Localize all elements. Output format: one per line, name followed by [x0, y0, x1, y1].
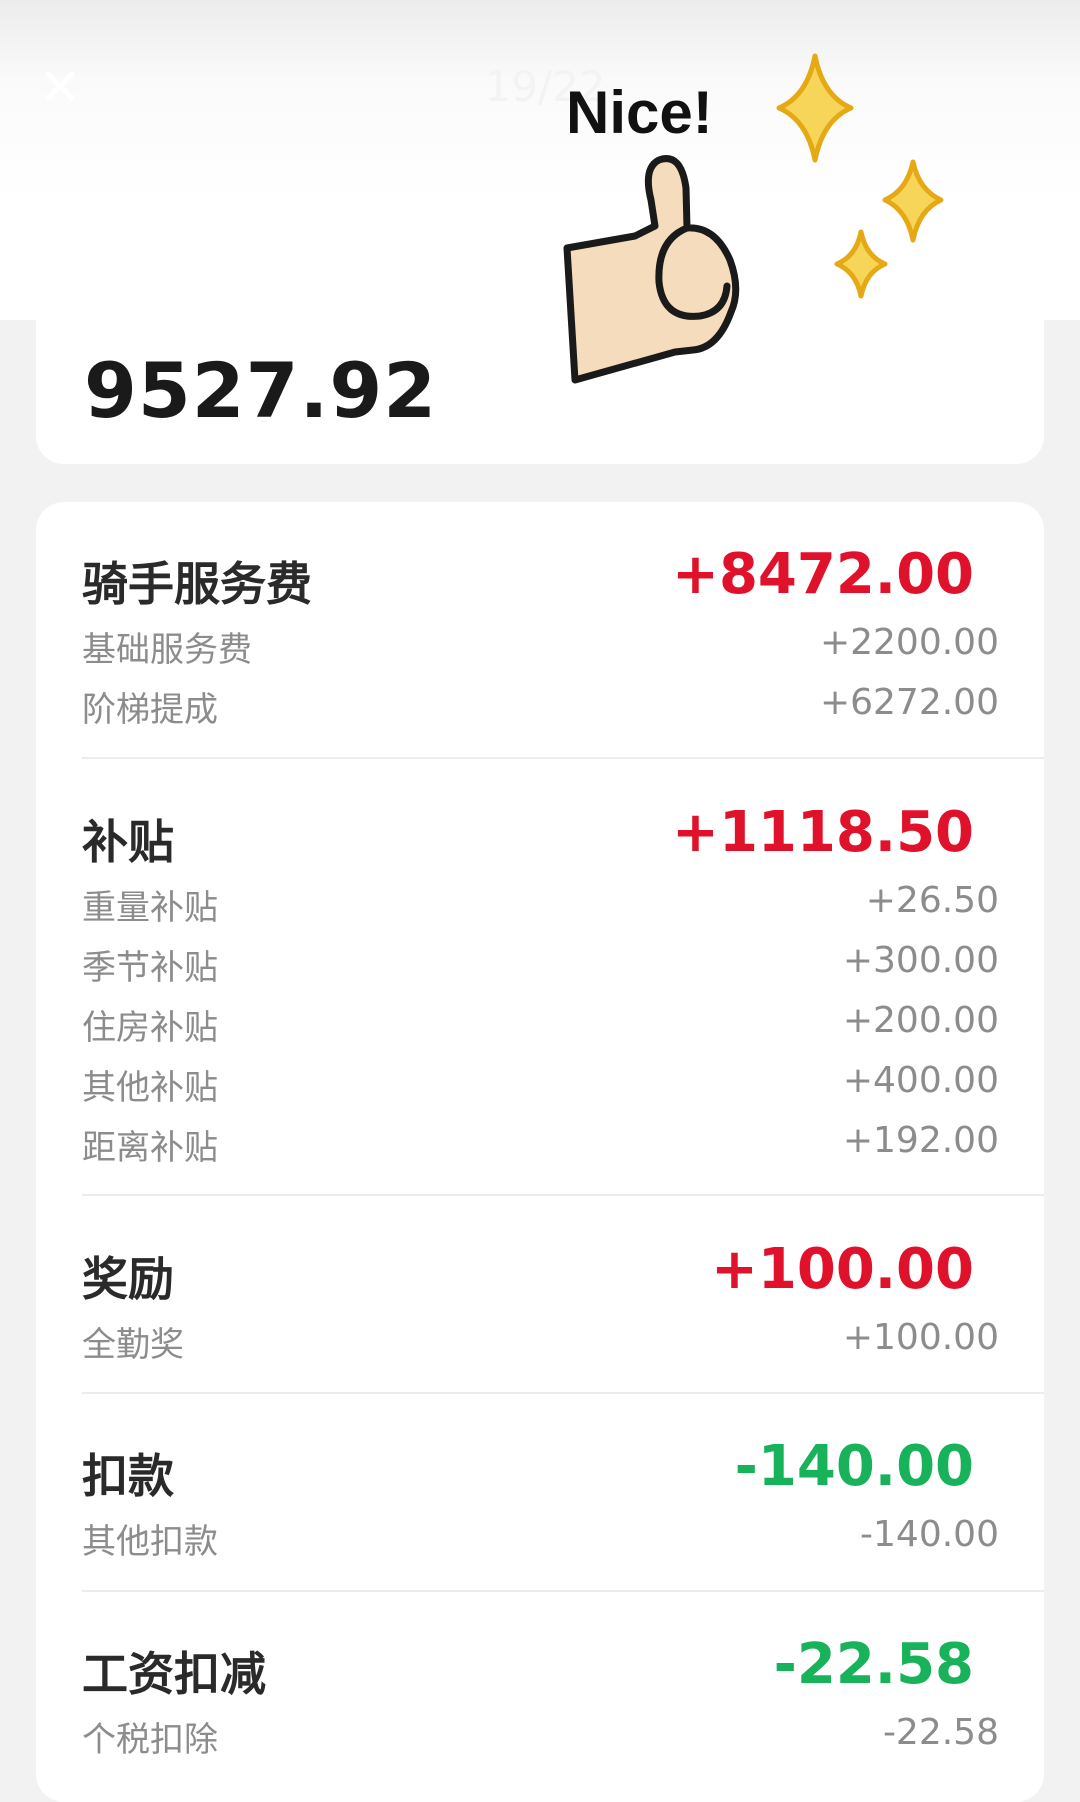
section-title: 工资扣减	[82, 1647, 266, 1701]
item-value: +400.00	[842, 1060, 999, 1101]
section-total: +1118.50	[672, 800, 974, 865]
list-item: 住房补贴 +200.00	[82, 1000, 999, 1048]
section-title: 奖励	[82, 1252, 174, 1306]
section-title: 扣款	[82, 1449, 174, 1503]
item-value: +6272.00	[819, 682, 999, 723]
item-label: 全勤奖	[82, 1325, 184, 1365]
divider	[82, 1392, 1044, 1394]
section-total: -22.58	[773, 1632, 974, 1697]
list-item: 基础服务费 +2200.00	[82, 622, 999, 670]
divider	[82, 1194, 1044, 1196]
close-icon[interactable]: ✕	[34, 62, 86, 114]
sticker-text: Nice!	[566, 79, 713, 146]
section-title: 骑手服务费	[82, 557, 312, 611]
thumbs-up-icon	[563, 155, 740, 384]
section-total: -140.00	[734, 1434, 974, 1499]
item-label: 季节补贴	[82, 948, 218, 988]
list-item: 阶梯提成 +6272.00	[82, 682, 999, 730]
total-amount: 9527.92	[84, 346, 438, 435]
list-item: 全勤奖 +100.00	[82, 1317, 999, 1365]
list-item: 距离补贴 +192.00	[82, 1120, 999, 1168]
item-value: +2200.00	[819, 622, 999, 663]
sparkle-icon	[776, 53, 944, 299]
item-label: 重量补贴	[82, 888, 218, 928]
item-label: 其他补贴	[82, 1068, 218, 1108]
item-label: 个税扣除	[82, 1720, 218, 1760]
item-label: 住房补贴	[82, 1008, 218, 1048]
item-value: +192.00	[842, 1120, 999, 1161]
section-total: +8472.00	[672, 542, 974, 607]
divider	[82, 757, 1044, 759]
list-item: 其他扣款 -140.00	[82, 1514, 999, 1562]
item-label: 基础服务费	[82, 630, 252, 670]
list-item: 重量补贴 +26.50	[82, 880, 999, 928]
item-value: -140.00	[860, 1514, 999, 1555]
section-total: +100.00	[710, 1237, 974, 1302]
list-item: 个税扣除 -22.58	[82, 1712, 999, 1760]
item-value: +200.00	[842, 1000, 999, 1041]
list-item: 季节补贴 +300.00	[82, 940, 999, 988]
item-label: 距离补贴	[82, 1128, 218, 1168]
item-value: -22.58	[882, 1712, 999, 1753]
list-item: 其他补贴 +400.00	[82, 1060, 999, 1108]
divider	[82, 1590, 1044, 1592]
item-value: +26.50	[865, 880, 999, 921]
item-label: 其他扣款	[82, 1522, 218, 1562]
item-value: +300.00	[842, 940, 999, 981]
section-title: 补贴	[82, 815, 174, 869]
item-value: +100.00	[842, 1317, 999, 1358]
item-label: 阶梯提成	[82, 690, 218, 730]
